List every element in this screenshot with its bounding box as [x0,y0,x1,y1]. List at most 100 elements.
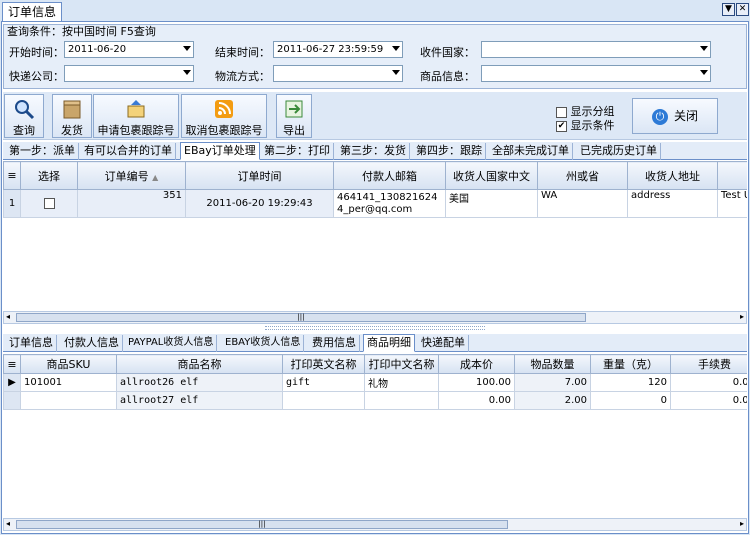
apply-track-button[interactable]: 申请包裹跟踪号 [93,94,179,138]
show-condition-checkbox[interactable]: ✔ [556,120,567,132]
express-label: 快递公司： [9,70,64,83]
tab-step2[interactable]: 第二步：打印 [261,143,334,160]
col-print-en[interactable]: 打印英文名称 [282,354,365,374]
items-grid: ≡ 商品SKU 商品名称 打印英文名称 打印中文名称 成本价 物品数量 重量（克… [3,354,747,517]
chevron-down-icon [700,70,708,75]
export-button[interactable]: 导出 [276,94,312,138]
logistics-combo[interactable] [273,65,403,82]
col-print-cn[interactable]: 打印中文名称 [364,354,439,374]
end-time-value: 2011-06-27 23:59:59 [277,44,384,55]
items-hscrollbar[interactable]: ◂ ||| ▸ [3,518,747,531]
tab-history[interactable]: 已完成历史订单 [577,143,661,160]
order-time-cell: 2011-06-20 19:29:43 [185,189,334,218]
scroll-right-icon[interactable]: ▸ [740,312,744,321]
box-icon [63,100,81,119]
tab-mergeable[interactable]: 有可以合并的订单 [81,143,176,160]
tab-all-unfinished[interactable]: 全部未完成订单 [489,143,573,160]
tab-paypal-receiver[interactable]: PAYPAL收货人信息 [125,335,218,352]
qty-cell[interactable]: 2.00 [514,391,591,410]
ship-button[interactable]: 发货 [52,94,92,138]
goods-name-cell[interactable]: allroot26 elf [116,373,283,392]
print-en-cell[interactable]: gift [282,373,365,392]
chevron-down-icon [700,46,708,51]
col-fee[interactable]: 手续费 [670,354,747,374]
col-select[interactable]: 选择 [20,161,78,190]
col-state[interactable]: 州或省 [537,161,628,190]
goods-combo[interactable] [481,65,711,82]
print-cn-cell[interactable]: 礼物 [364,373,439,392]
col-qty[interactable]: 物品数量 [514,354,591,374]
scroll-left-icon[interactable]: ◂ [6,312,10,321]
close-window-button[interactable]: ✕ [736,3,749,16]
tab-express-assign[interactable]: 快递配单 [418,335,469,352]
sort-asc-icon: ▲ [152,172,159,182]
row-select-checkbox[interactable] [43,197,55,209]
weight-cell[interactable]: 0 [590,391,671,410]
tab-step3[interactable]: 第三步：发货 [337,143,410,160]
tab-ebay-orders[interactable]: EBay订单处理 [180,142,260,160]
col-cost[interactable]: 成本价 [438,354,515,374]
export-button-label: 导出 [283,124,305,137]
tab-fees[interactable]: 费用信息 [309,335,360,352]
row-marker [3,391,21,410]
chevron-down-icon [183,70,191,75]
scroll-thumb[interactable]: ||| [16,313,586,322]
query-button[interactable]: 查询 [4,94,44,138]
col-order-id[interactable]: 订单编号 ▲ [77,161,186,190]
tab-goods-detail[interactable]: 商品明细 [363,334,415,352]
row-number: 1 [3,189,21,218]
col-extra [717,161,747,190]
col-address[interactable]: 收货人地址 [627,161,718,190]
col-weight[interactable]: 重量（克） [590,354,671,374]
select-cell[interactable] [20,189,78,218]
state-cell: WA [537,189,628,218]
country-combo[interactable] [481,41,711,58]
table-row[interactable]: ▶ 101001 allroot26 elf gift 礼物 100.00 7.… [3,373,747,392]
query-button-label: 查询 [13,124,35,137]
close-button[interactable]: ⏻ 关闭 [632,98,718,134]
tab-step1[interactable]: 第一步：派单 [6,143,79,160]
sku-cell[interactable]: 101001 [20,373,117,392]
fee-cell[interactable]: 0.00 [670,373,747,392]
start-time-label: 开始时间： [9,46,64,59]
orders-hscrollbar[interactable]: ◂ ||| ▸ [3,311,747,324]
scroll-left-icon[interactable]: ◂ [6,519,10,528]
logistics-label: 物流方式： [215,70,270,83]
sku-cell[interactable] [20,391,117,410]
apply-track-label: 申请包裹跟踪号 [97,124,175,137]
tab-step4[interactable]: 第四步：跟踪 [413,143,486,160]
print-en-cell[interactable] [282,391,365,410]
country-label: 收件国家： [420,46,475,59]
splitter-handle[interactable] [265,326,485,330]
end-time-combo[interactable]: 2011-06-27 23:59:59 [273,41,403,58]
col-payer-email[interactable]: 付款人邮箱 [333,161,446,190]
print-cn-cell[interactable] [364,391,439,410]
weight-cell[interactable]: 120 [590,373,671,392]
table-row[interactable]: allroot27 elf 0.00 2.00 0 0.00 U [3,391,747,410]
cost-cell[interactable]: 0.00 [438,391,515,410]
col-goods-name[interactable]: 商品名称 [116,354,283,374]
col-order-time[interactable]: 订单时间 [185,161,334,190]
tab-order-info[interactable]: 订单信息 [6,335,57,352]
cost-cell[interactable]: 100.00 [438,373,515,392]
express-combo[interactable] [64,65,194,82]
table-row[interactable]: 1 351 2011-06-20 19:29:43 464141_1308216… [3,189,747,218]
show-condition-option[interactable]: ✔ 显示条件 [556,117,615,133]
scroll-right-icon[interactable]: ▸ [740,519,744,528]
extra-cell: Test U [717,189,747,218]
col-sku[interactable]: 商品SKU [20,354,117,374]
cancel-track-button[interactable]: 取消包裹跟踪号 [181,94,267,138]
minimize-button[interactable]: ▼ [722,3,735,16]
qty-cell[interactable]: 7.00 [514,373,591,392]
tab-payer-info[interactable]: 付款人信息 [61,335,123,352]
cancel-track-label: 取消包裹跟踪号 [185,124,263,137]
scroll-thumb[interactable]: ||| [16,520,508,529]
col-country[interactable]: 收货人国家中文 [445,161,538,190]
start-time-combo[interactable]: 2011-06-20 [64,41,194,58]
tab-ebay-receiver[interactable]: EBAY收货人信息 [222,335,305,352]
show-group-checkbox[interactable] [556,106,567,118]
query-legend: 查询条件：按中国时间 F5查询 [7,25,156,38]
goods-label: 商品信息： [420,70,475,83]
goods-name-cell[interactable]: allroot27 elf [116,391,283,410]
fee-cell[interactable]: 0.00 [670,391,747,410]
